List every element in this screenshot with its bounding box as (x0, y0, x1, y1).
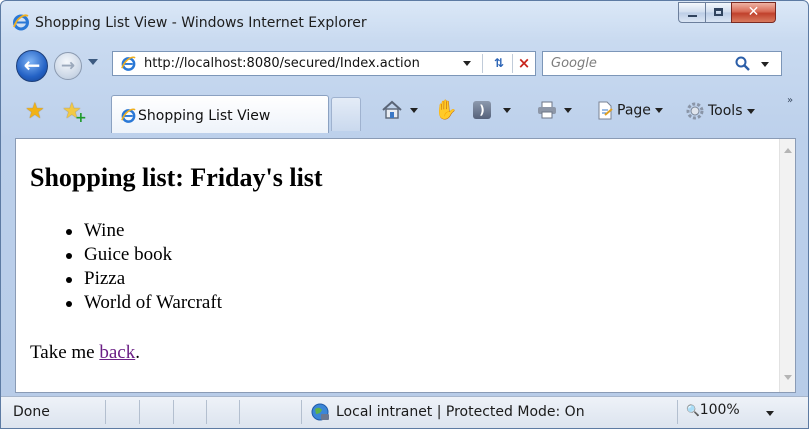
search-options-dropdown[interactable] (761, 62, 769, 67)
chevron-down-icon (654, 108, 663, 113)
list-item: Guice book (61, 244, 222, 268)
feeds-button[interactable]: ) (473, 101, 511, 121)
address-input[interactable]: http://localhost:8080/secured/Index.acti… (144, 56, 420, 71)
divider (301, 400, 302, 424)
search-icon[interactable] (733, 54, 753, 73)
page-menu-label: Page (617, 102, 651, 119)
divider (105, 400, 106, 424)
status-text: Done (13, 404, 50, 420)
list-item: World of Warcraft (61, 292, 222, 316)
rss-icon: ) (473, 101, 491, 119)
zoom-dropdown[interactable] (766, 411, 774, 416)
back-prefix: Take me (30, 342, 100, 363)
search-box[interactable]: Google (542, 51, 782, 76)
printer-icon (538, 101, 556, 119)
home-button[interactable] (381, 100, 418, 120)
minimize-button[interactable] (678, 2, 706, 23)
home-icon (382, 100, 402, 119)
zoom-icon: 🔍 (686, 404, 700, 417)
page-menu[interactable]: Page (596, 101, 663, 121)
research-button[interactable]: ✋ (434, 98, 458, 121)
address-bar[interactable]: http://localhost:8080/secured/Index.acti… (112, 51, 536, 76)
divider (206, 400, 207, 424)
zoom-level: 100% (699, 402, 740, 418)
star-icon[interactable]: ★ (25, 99, 45, 124)
back-link[interactable]: back (99, 342, 135, 363)
maximize-icon (714, 8, 723, 16)
refresh-button[interactable]: ⇅ (488, 53, 510, 74)
refresh-icon: ⇅ (493, 56, 505, 70)
back-button[interactable]: ← (16, 50, 48, 82)
tab-bar: ★ ★ + Shopping List View ✋ ) Page Tools … (1, 89, 808, 135)
stop-button[interactable]: × (515, 53, 533, 74)
page-ie-icon (121, 56, 136, 71)
gear-icon (686, 102, 704, 120)
title-bar: Shopping List View - Windows Internet Ex… (1, 1, 808, 39)
navigation-bar: ← → http://localhost:8080/secured/Index.… (1, 45, 808, 82)
divider (139, 400, 140, 424)
list-item: Pizza (61, 268, 222, 292)
close-button[interactable]: ✕ (731, 2, 776, 23)
back-sentence: Take me back. (30, 342, 140, 364)
vertical-scrollbar[interactable] (779, 139, 795, 392)
list-item: Wine (61, 220, 222, 244)
plus-icon: + (75, 110, 87, 126)
address-dropdown[interactable] (463, 61, 471, 66)
tools-menu[interactable]: Tools (685, 101, 755, 121)
window-title: Shopping List View - Windows Internet Ex… (35, 15, 367, 31)
back-suffix: . (135, 342, 140, 363)
zoom-button[interactable]: 🔍100% (686, 402, 740, 418)
browser-window: Shopping List View - Windows Internet Ex… (0, 0, 809, 429)
page-icon (598, 101, 613, 120)
tab-shopping-list-view[interactable]: Shopping List View (111, 95, 329, 133)
hand-icon: ✋ (434, 99, 458, 121)
recent-pages-dropdown[interactable] (88, 59, 98, 65)
divider (512, 54, 513, 73)
search-input[interactable]: Google (551, 56, 597, 71)
page-title: Shopping list: Friday's list (30, 163, 323, 192)
divider (239, 400, 240, 424)
web-page: Shopping list: Friday's list Wine Guice … (16, 139, 780, 392)
scroll-up-icon[interactable] (784, 148, 792, 153)
minimize-icon (688, 15, 697, 17)
scroll-down-icon[interactable] (784, 375, 792, 380)
internet-explorer-icon (13, 14, 29, 31)
globe-icon (311, 403, 329, 421)
chevron-down-icon (503, 107, 511, 113)
status-bar: Done Local intranet | Protected Mode: On… (1, 396, 808, 428)
close-icon: ✕ (747, 4, 760, 20)
chevron-down-icon (410, 107, 418, 113)
forward-arrow-icon: → (60, 56, 76, 76)
more-commands-icon[interactable]: » (787, 95, 793, 106)
divider (173, 400, 174, 424)
tab-label: Shopping List View (138, 108, 271, 124)
stop-icon: × (517, 54, 531, 72)
chevron-down-icon (746, 108, 755, 114)
page-ie-icon (121, 108, 136, 123)
chevron-down-icon (564, 107, 572, 113)
tools-menu-label: Tools (708, 103, 743, 119)
print-button[interactable] (537, 101, 572, 121)
divider (677, 400, 678, 424)
security-zone-text: Local intranet | Protected Mode: On (336, 404, 585, 420)
back-arrow-icon: ← (23, 53, 41, 77)
content-viewport: Shopping list: Friday's list Wine Guice … (15, 138, 796, 393)
divider (482, 54, 483, 73)
forward-button[interactable]: → (54, 52, 82, 80)
new-tab-button[interactable] (331, 97, 361, 131)
shopping-list: Wine Guice book Pizza World of Warcraft (61, 220, 222, 316)
maximize-button[interactable] (705, 2, 732, 23)
